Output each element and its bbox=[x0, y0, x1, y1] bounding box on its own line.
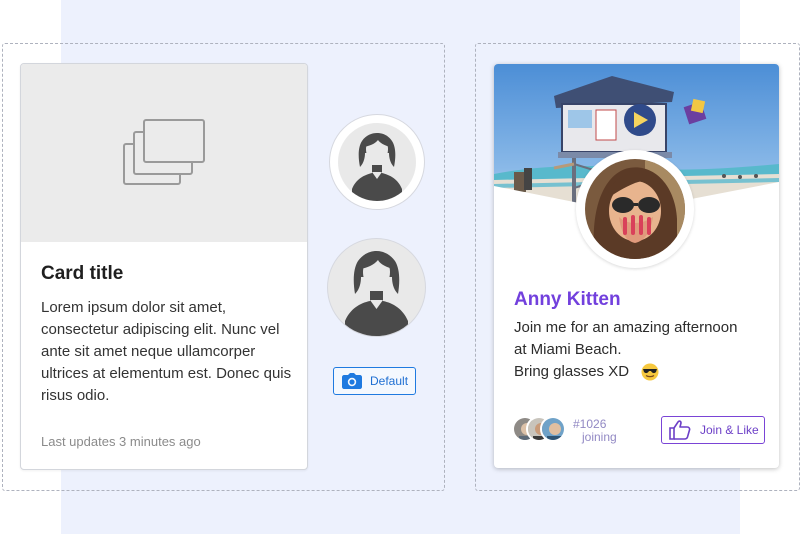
join-count: #1026 joining bbox=[573, 418, 617, 444]
default-upload-button[interactable]: Default bbox=[333, 367, 416, 395]
thumbs-up-icon bbox=[669, 420, 691, 440]
profile-avatar[interactable] bbox=[576, 150, 694, 268]
bio-line: Bring glasses XD bbox=[514, 363, 630, 380]
image-gallery-icon bbox=[123, 119, 205, 185]
profile-name: Anny Kitten bbox=[514, 289, 621, 310]
profile-bio: Join me for an amazing afternoon at Miam… bbox=[514, 317, 764, 383]
camera-icon bbox=[342, 373, 362, 389]
bio-line: Join me for an amazing afternoon bbox=[514, 319, 738, 336]
join-like-label: Join & Like bbox=[700, 423, 759, 437]
card-updated-text: Last updates 3 minutes ago bbox=[41, 434, 201, 449]
card-title: Card title bbox=[41, 263, 124, 284]
profile-card[interactable]: Anny Kitten Join me for an amazing after… bbox=[494, 64, 779, 468]
avatar-default-large[interactable] bbox=[327, 238, 426, 337]
basic-card[interactable]: Card title Lorem ipsum dolor sit amet, c… bbox=[20, 63, 308, 470]
avatar-default[interactable] bbox=[329, 114, 425, 210]
user-icon bbox=[352, 133, 402, 201]
join-like-button[interactable]: Join & Like bbox=[661, 416, 765, 444]
sunglasses-emoji-icon bbox=[641, 363, 659, 381]
joiners-avatar-group[interactable] bbox=[512, 416, 572, 446]
default-button-label: Default bbox=[370, 374, 409, 388]
joiner-avatar bbox=[540, 416, 566, 442]
profile-photo bbox=[585, 159, 685, 259]
card-media-placeholder bbox=[21, 64, 307, 242]
join-count-label: joining bbox=[582, 430, 617, 444]
card-body-text: Lorem ipsum dolor sit amet, consectetur … bbox=[41, 299, 292, 404]
user-icon bbox=[345, 251, 408, 336]
bio-line: at Miami Beach. bbox=[514, 341, 622, 358]
